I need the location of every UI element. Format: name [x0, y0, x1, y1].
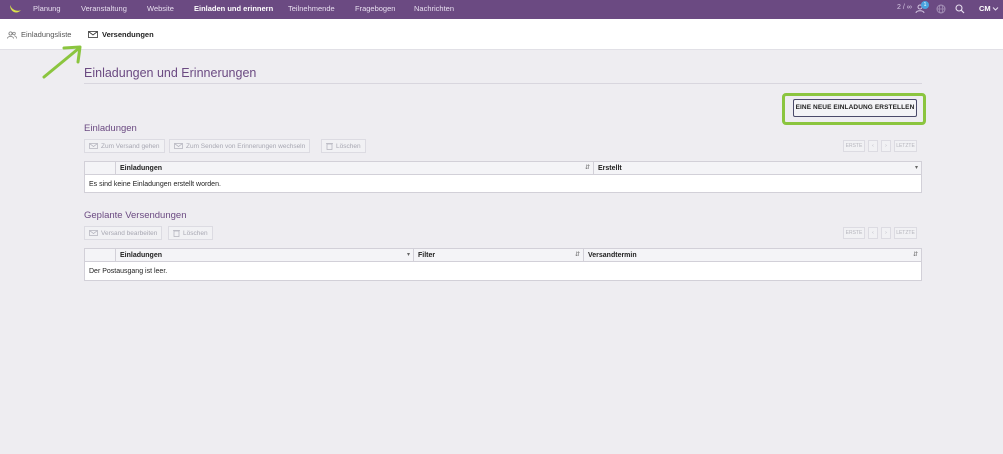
subnav-label: Versendungen	[102, 30, 154, 39]
trash-icon	[326, 142, 333, 150]
button-label: Zum Senden von Erinnerungen wechseln	[186, 142, 306, 150]
envelope-icon	[88, 31, 98, 38]
pager-next[interactable]: ›	[881, 140, 891, 152]
button-label: Versand bearbeiten	[101, 229, 158, 237]
nav-item-fragebogen[interactable]: Fragebogen	[355, 4, 395, 13]
edit-dispatch-button[interactable]: Versand bearbeiten	[84, 226, 163, 240]
column-header-erstellt[interactable]: Erstellt ▾	[593, 162, 921, 175]
page-title: Einladungen und Erinnerungen	[84, 66, 257, 80]
section-title-invitations: Einladungen	[84, 123, 137, 134]
subnav-label: Einladungsliste	[21, 30, 72, 39]
select-column-header	[85, 162, 115, 175]
button-label: Löschen	[183, 229, 208, 237]
notification-badge: 1	[921, 1, 929, 9]
button-label: Löschen	[336, 142, 361, 150]
chevron-down-icon[interactable]	[992, 6, 999, 12]
license-counter: 2 / ∞	[897, 4, 912, 11]
subnav-einladungsliste[interactable]: Einladungsliste	[7, 30, 71, 39]
envelope-icon	[89, 230, 98, 236]
pager-first[interactable]: ERSTE	[843, 227, 865, 239]
top-navigation: Planung Veranstaltung Website Einladen u…	[0, 0, 1003, 19]
create-invitation-button[interactable]: EINE NEUE EINLADUNG ERSTELLEN	[793, 99, 917, 117]
envelope-icon	[89, 143, 98, 149]
delete-scheduled-button[interactable]: Löschen	[168, 226, 213, 240]
column-header-einladungen[interactable]: Einladungen ⇵	[115, 162, 593, 175]
pager-last[interactable]: LETZTE	[894, 140, 917, 152]
subnav-versendungen[interactable]: Versendungen	[88, 30, 154, 39]
column-header-einladungen[interactable]: Einladungen ▾	[115, 249, 413, 262]
nav-item-einladen[interactable]: Einladen und erinnern	[194, 4, 273, 13]
table-header: Einladungen ▾ Filter ⇵ Versandtermin ⇵	[85, 249, 921, 262]
sort-icon: ⇵	[584, 165, 590, 171]
trash-icon	[173, 229, 180, 237]
globe-icon[interactable]	[936, 4, 946, 14]
column-label: Einladungen	[120, 165, 162, 172]
select-column-header	[85, 249, 115, 262]
user-menu[interactable]: CM	[979, 4, 991, 13]
users-icon	[7, 30, 17, 39]
column-label: Einladungen	[120, 252, 162, 259]
divider	[84, 83, 922, 84]
logo-icon[interactable]	[8, 3, 22, 16]
pager-next[interactable]: ›	[881, 227, 891, 239]
envelope-icon	[174, 143, 183, 149]
pager-last[interactable]: LETZTE	[894, 227, 917, 239]
pager-prev[interactable]: ‹	[868, 227, 878, 239]
sort-icon: ⇵	[912, 252, 918, 258]
nav-item-website[interactable]: Website	[147, 4, 174, 13]
invitations-table: Einladungen ⇵ Erstellt ▾ Es sind keine E…	[84, 161, 922, 193]
pager-first[interactable]: ERSTE	[843, 140, 865, 152]
column-label: Erstellt	[598, 165, 622, 172]
switch-to-reminders-button[interactable]: Zum Senden von Erinnerungen wechseln	[169, 139, 311, 153]
column-label: Versandtermin	[588, 252, 637, 259]
empty-message: Der Postausgang ist leer.	[89, 268, 168, 275]
column-header-versandtermin[interactable]: Versandtermin ⇵	[583, 249, 921, 262]
button-label: Zum Versand gehen	[101, 142, 160, 150]
scheduled-table: Einladungen ▾ Filter ⇵ Versandtermin ⇵ D…	[84, 248, 922, 281]
sort-icon: ⇵	[574, 252, 580, 258]
sub-navigation: Einladungsliste Versendungen	[0, 19, 1003, 50]
column-label: Filter	[418, 252, 436, 259]
sort-icon: ▾	[914, 165, 918, 171]
empty-message: Es sind keine Einladungen erstellt worde…	[89, 181, 221, 188]
nav-item-planung[interactable]: Planung	[33, 4, 61, 13]
pager-prev[interactable]: ‹	[868, 140, 878, 152]
delete-button[interactable]: Löschen	[321, 139, 366, 153]
nav-item-teilnehmende[interactable]: Teilnehmende	[288, 4, 335, 13]
nav-item-veranstaltung[interactable]: Veranstaltung	[81, 4, 127, 13]
annotation-arrow	[40, 43, 86, 81]
table-header: Einladungen ⇵ Erstellt ▾	[85, 162, 921, 175]
go-to-send-button[interactable]: Zum Versand gehen	[84, 139, 165, 153]
nav-item-nachrichten[interactable]: Nachrichten	[414, 4, 454, 13]
sort-icon: ▾	[406, 252, 410, 258]
column-header-filter[interactable]: Filter ⇵	[413, 249, 583, 262]
section-title-scheduled: Geplante Versendungen	[84, 210, 187, 221]
search-icon[interactable]	[955, 4, 965, 14]
